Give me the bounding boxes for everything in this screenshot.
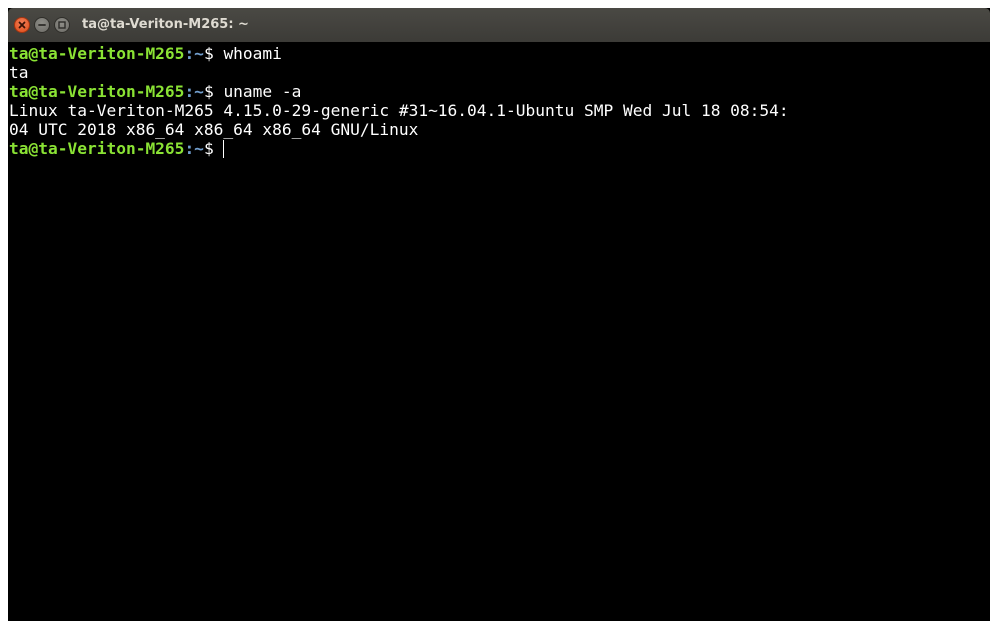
output-text: 04 UTC 2018 x86_64 x86_64 x86_64 GNU/Lin… [9, 120, 419, 139]
terminal-line: ta@ta-Veriton-M265:~$ [9, 139, 990, 158]
close-icon [18, 21, 26, 29]
terminal-window: ta@ta-Veriton-M265: ~ ta@ta-Veriton-M265… [8, 8, 990, 621]
prompt-user-host: ta@ta-Veriton-M265 [9, 139, 185, 158]
close-button[interactable] [14, 17, 30, 33]
minimize-button[interactable] [34, 17, 50, 33]
prompt-sign: $ [203, 139, 224, 158]
terminal-output[interactable]: ta@ta-Veriton-M265:~$ whoami ta ta@ta-Ve… [8, 42, 990, 621]
title-bar[interactable]: ta@ta-Veriton-M265: ~ [8, 8, 990, 42]
command-text: uname -a [223, 82, 302, 101]
prompt-sign: $ [203, 44, 224, 63]
terminal-line: 04 UTC 2018 x86_64 x86_64 x86_64 GNU/Lin… [9, 120, 990, 139]
prompt-user-host: ta@ta-Veriton-M265 [9, 44, 185, 63]
output-text: Linux ta-Veriton-M265 4.15.0-29-generic … [9, 101, 789, 120]
text-cursor [223, 140, 232, 158]
maximize-icon [58, 21, 66, 29]
minimize-icon [38, 24, 46, 26]
terminal-line: Linux ta-Veriton-M265 4.15.0-29-generic … [9, 101, 990, 120]
output-text: ta [9, 63, 29, 82]
terminal-line: ta [9, 63, 990, 82]
prompt-user-host: ta@ta-Veriton-M265 [9, 82, 185, 101]
terminal-line: ta@ta-Veriton-M265:~$ uname -a [9, 82, 990, 101]
terminal-line: ta@ta-Veriton-M265:~$ whoami [9, 44, 990, 63]
maximize-button[interactable] [54, 17, 70, 33]
window-title: ta@ta-Veriton-M265: ~ [82, 17, 249, 32]
prompt-path: :~ [184, 44, 204, 63]
prompt-path: :~ [184, 139, 204, 158]
command-text: whoami [223, 44, 282, 63]
prompt-path: :~ [184, 82, 204, 101]
prompt-sign: $ [203, 82, 224, 101]
